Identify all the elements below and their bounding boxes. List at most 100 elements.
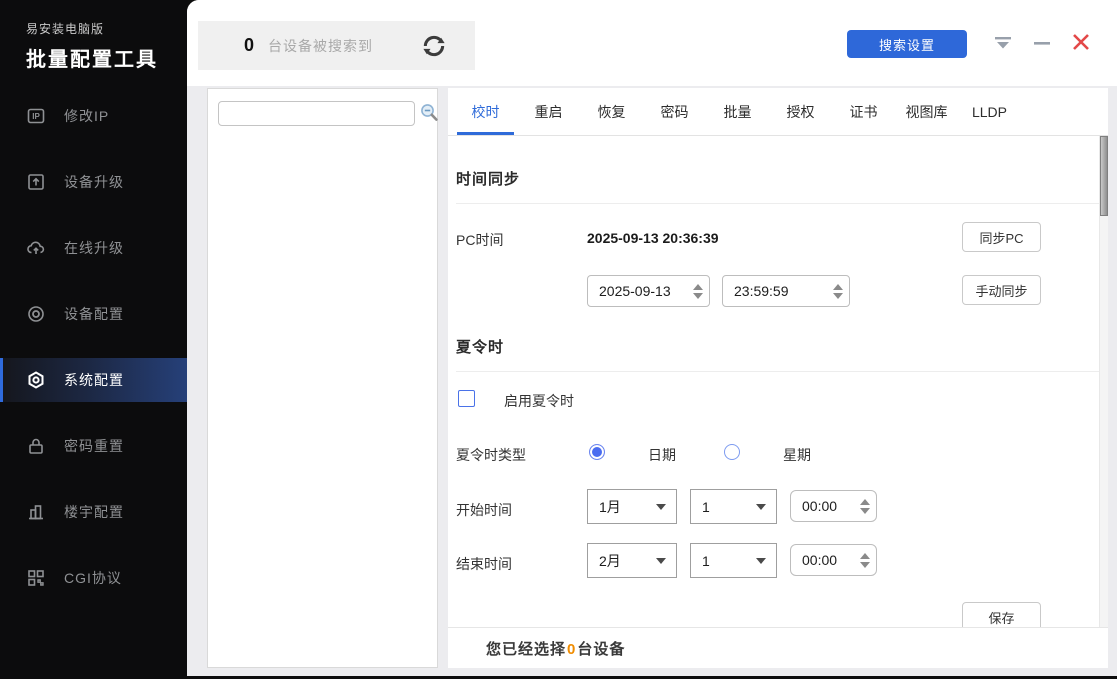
qr-grid-icon xyxy=(26,568,46,588)
building-icon xyxy=(26,502,46,522)
device-count: 0 xyxy=(244,35,254,56)
start-time-label: 开始时间 xyxy=(456,500,512,520)
tab-reboot[interactable]: 重启 xyxy=(520,88,577,135)
tabbar: 校时 重启 恢复 密码 批量 授权 证书 视图库 LLDP xyxy=(448,88,1108,136)
sidebar-nav: IP 修改IP 设备升级 在线升级 设备配置 xyxy=(0,94,187,600)
sidebar-item-label: 在线升级 xyxy=(64,238,124,258)
spin-up-icon[interactable] xyxy=(693,284,703,290)
dst-type-date-label[interactable]: 日期 xyxy=(648,445,676,465)
device-search-input[interactable] xyxy=(218,101,415,126)
manual-time-value: 23:59:59 xyxy=(723,283,827,299)
manual-date-value: 2025-09-13 xyxy=(588,283,687,299)
date-spinner-arrows[interactable] xyxy=(687,276,709,306)
chevron-down-icon xyxy=(756,558,766,564)
body-region: 校时 重启 恢复 密码 批量 授权 证书 视图库 LLDP 时间同步 PC时间 … xyxy=(187,86,1117,676)
end-day-select[interactable]: 1 xyxy=(690,543,777,578)
dst-type-date-radio[interactable] xyxy=(589,444,605,460)
scrollbar-thumb[interactable] xyxy=(1100,136,1108,216)
svg-text:IP: IP xyxy=(32,112,40,121)
sidebar-item-building-config[interactable]: 楼宇配置 xyxy=(0,490,187,534)
device-search-row xyxy=(208,89,437,135)
spin-up-icon[interactable] xyxy=(860,499,870,505)
search-magnifier-icon[interactable] xyxy=(419,102,439,123)
selection-prefix: 您已经选择 xyxy=(486,641,566,658)
pc-time-value: 2025-09-13 20:36:39 xyxy=(587,230,719,246)
spin-up-icon[interactable] xyxy=(833,284,843,290)
search-settings-button[interactable]: 搜索设置 xyxy=(847,30,967,58)
tab-restore[interactable]: 恢复 xyxy=(583,88,640,135)
dst-heading: 夏令时 xyxy=(456,336,1100,372)
refresh-icon[interactable] xyxy=(421,33,447,59)
end-time-spinner[interactable]: 00:00 xyxy=(790,544,877,576)
tab-lldp[interactable]: LLDP xyxy=(961,88,1018,135)
ip-badge-icon: IP xyxy=(26,106,46,126)
sidebar-item-password-reset[interactable]: 密码重置 xyxy=(0,424,187,468)
top-toolbar: 0 台设备被搜索到 搜索设置 xyxy=(187,0,1117,86)
manual-sync-button[interactable]: 手动同步 xyxy=(962,275,1041,305)
spin-down-icon[interactable] xyxy=(693,293,703,299)
tab-password[interactable]: 密码 xyxy=(646,88,703,135)
sidebar-item-cgi-protocol[interactable]: CGI协议 xyxy=(0,556,187,600)
cloud-upload-icon xyxy=(26,238,46,258)
enable-dst-checkbox[interactable] xyxy=(458,390,475,407)
sidebar-item-device-config[interactable]: 设备配置 xyxy=(0,292,187,336)
end-month-select[interactable]: 2月 xyxy=(587,543,677,578)
tab-batch[interactable]: 批量 xyxy=(709,88,766,135)
sidebar-item-label: 楼宇配置 xyxy=(64,502,124,522)
close-icon[interactable] xyxy=(1070,31,1092,53)
time-sync-heading: 时间同步 xyxy=(456,168,1100,204)
end-month-value: 2月 xyxy=(588,551,656,571)
end-time-value: 00:00 xyxy=(791,552,854,568)
sidebar-item-label: 修改IP xyxy=(64,106,109,126)
config-panel: 校时 重启 恢复 密码 批量 授权 证书 视图库 LLDP 时间同步 PC时间 … xyxy=(448,88,1108,668)
dst-type-week-label[interactable]: 星期 xyxy=(783,445,811,465)
minimize-icon[interactable] xyxy=(1032,33,1052,53)
sidebar-item-label: 密码重置 xyxy=(64,436,124,456)
time-spinner-arrows[interactable] xyxy=(827,276,849,306)
sidebar-item-modify-ip[interactable]: IP 修改IP xyxy=(0,94,187,138)
selection-footer: 您已经选择0台设备 xyxy=(448,627,1108,668)
sync-pc-button[interactable]: 同步PC xyxy=(962,222,1041,252)
collapse-window-icon[interactable] xyxy=(992,33,1014,53)
time-spinner-arrows[interactable] xyxy=(854,491,876,521)
main-content: 0 台设备被搜索到 搜索设置 xyxy=(187,0,1117,676)
start-month-select[interactable]: 1月 xyxy=(587,489,677,524)
sidebar: 易安装电脑版 批量配置工具 IP 修改IP 设备升级 在线升级 xyxy=(0,0,187,679)
start-time-spinner[interactable]: 00:00 xyxy=(790,490,877,522)
sidebar-item-device-upgrade[interactable]: 设备升级 xyxy=(0,160,187,204)
tab-time-calibration[interactable]: 校时 xyxy=(457,88,514,135)
selection-count: 0 xyxy=(566,641,577,658)
dst-type-week-radio[interactable] xyxy=(724,444,740,460)
system-config-icon xyxy=(26,370,46,390)
manual-date-spinner[interactable]: 2025-09-13 xyxy=(587,275,710,307)
tab-view-library[interactable]: 视图库 xyxy=(898,88,955,135)
manual-time-spinner[interactable]: 23:59:59 xyxy=(722,275,850,307)
app-subtitle: 易安装电脑版 xyxy=(26,20,187,37)
dst-type-label: 夏令时类型 xyxy=(456,445,526,465)
sidebar-item-label: CGI协议 xyxy=(64,568,122,588)
end-time-label: 结束时间 xyxy=(456,554,512,574)
start-day-value: 1 xyxy=(691,499,756,515)
spin-down-icon[interactable] xyxy=(833,293,843,299)
search-result-text: 台设备被搜索到 xyxy=(268,36,373,56)
device-list-panel xyxy=(207,88,438,668)
pc-time-label: PC时间 xyxy=(456,230,503,250)
selection-summary: 您已经选择0台设备 xyxy=(486,638,625,659)
spin-down-icon[interactable] xyxy=(860,562,870,568)
tab-certificate[interactable]: 证书 xyxy=(835,88,892,135)
chevron-down-icon xyxy=(756,504,766,510)
vertical-scrollbar[interactable] xyxy=(1099,136,1108,668)
sidebar-item-label: 设备配置 xyxy=(64,304,124,324)
spin-down-icon[interactable] xyxy=(860,508,870,514)
device-upgrade-icon xyxy=(26,172,46,192)
sidebar-item-system-config[interactable]: 系统配置 xyxy=(0,358,187,402)
sidebar-item-online-upgrade[interactable]: 在线升级 xyxy=(0,226,187,270)
time-spinner-arrows[interactable] xyxy=(854,545,876,575)
chevron-down-icon xyxy=(656,558,666,564)
start-time-value: 00:00 xyxy=(791,498,854,514)
selection-suffix: 台设备 xyxy=(577,641,625,658)
tab-authorization[interactable]: 授权 xyxy=(772,88,829,135)
start-day-select[interactable]: 1 xyxy=(690,489,777,524)
spin-up-icon[interactable] xyxy=(860,553,870,559)
sidebar-item-label: 设备升级 xyxy=(64,172,124,192)
